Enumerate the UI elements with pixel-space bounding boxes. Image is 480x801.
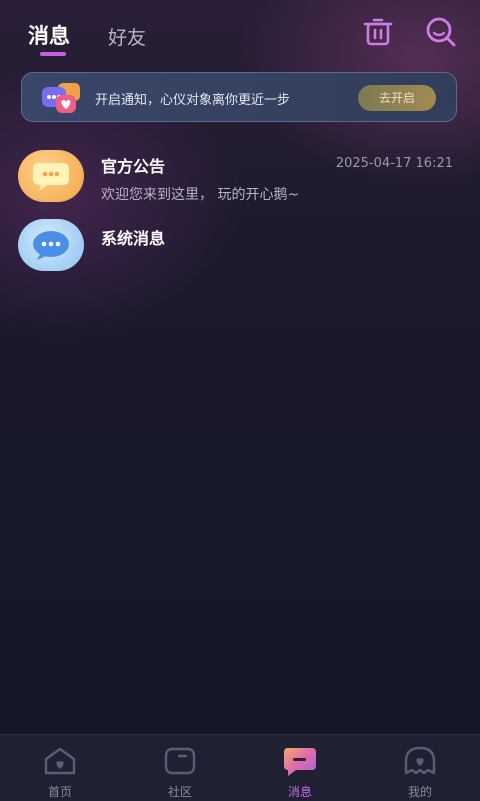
bottom-nav: 首页 社区 消息 我的	[0, 734, 480, 801]
message-title: 系统消息	[101, 229, 166, 248]
message-icon	[284, 748, 316, 776]
trash-icon[interactable]	[360, 14, 396, 50]
nav-label-messages: 消息	[287, 785, 312, 799]
notification-chat-icon	[40, 81, 84, 115]
message-item-official[interactable]: 官方公告 2025-04-17 16:21 欢迎您来到这里， 玩的开心鹅~	[18, 150, 460, 206]
nav-label-community: 社区	[167, 785, 192, 799]
message-time: 2025-04-17 16:21	[335, 156, 453, 171]
message-preview: 欢迎您来到这里， 玩的开心鹅~	[101, 187, 300, 203]
avatar-official	[18, 150, 84, 202]
nav-item-profile[interactable]: 我的	[360, 741, 480, 799]
nav-label-profile: 我的	[407, 785, 432, 799]
chat-bubble-icon	[33, 163, 69, 191]
enable-notifications-button[interactable]: 去开启	[358, 85, 436, 111]
community-icon	[164, 747, 196, 775]
nav-item-home[interactable]: 首页	[0, 741, 120, 799]
header-tabs: 消息 好友	[28, 20, 146, 56]
message-title: 官方公告	[101, 157, 166, 176]
nav-item-messages[interactable]: 消息	[240, 741, 360, 799]
search-icon[interactable]	[423, 14, 459, 50]
profile-icon	[404, 746, 436, 775]
notification-banner: 开启通知，心仪对象离你更近一步 去开启	[21, 72, 457, 122]
chat-bubble-icon	[33, 231, 69, 260]
avatar-system	[18, 219, 84, 271]
tab-friends[interactable]: 好友	[108, 23, 146, 50]
tab-friends-label: 好友	[108, 27, 147, 49]
tab-active-indicator	[40, 52, 66, 56]
banner-text: 开启通知，心仪对象离你更近一步	[95, 93, 291, 108]
nav-label-home: 首页	[47, 785, 72, 799]
nav-item-community[interactable]: 社区	[120, 741, 240, 799]
message-item-system[interactable]: 系统消息	[18, 219, 460, 275]
tab-messages-label: 消息	[28, 24, 70, 48]
home-icon	[44, 747, 76, 775]
tab-messages[interactable]: 消息	[28, 20, 70, 56]
